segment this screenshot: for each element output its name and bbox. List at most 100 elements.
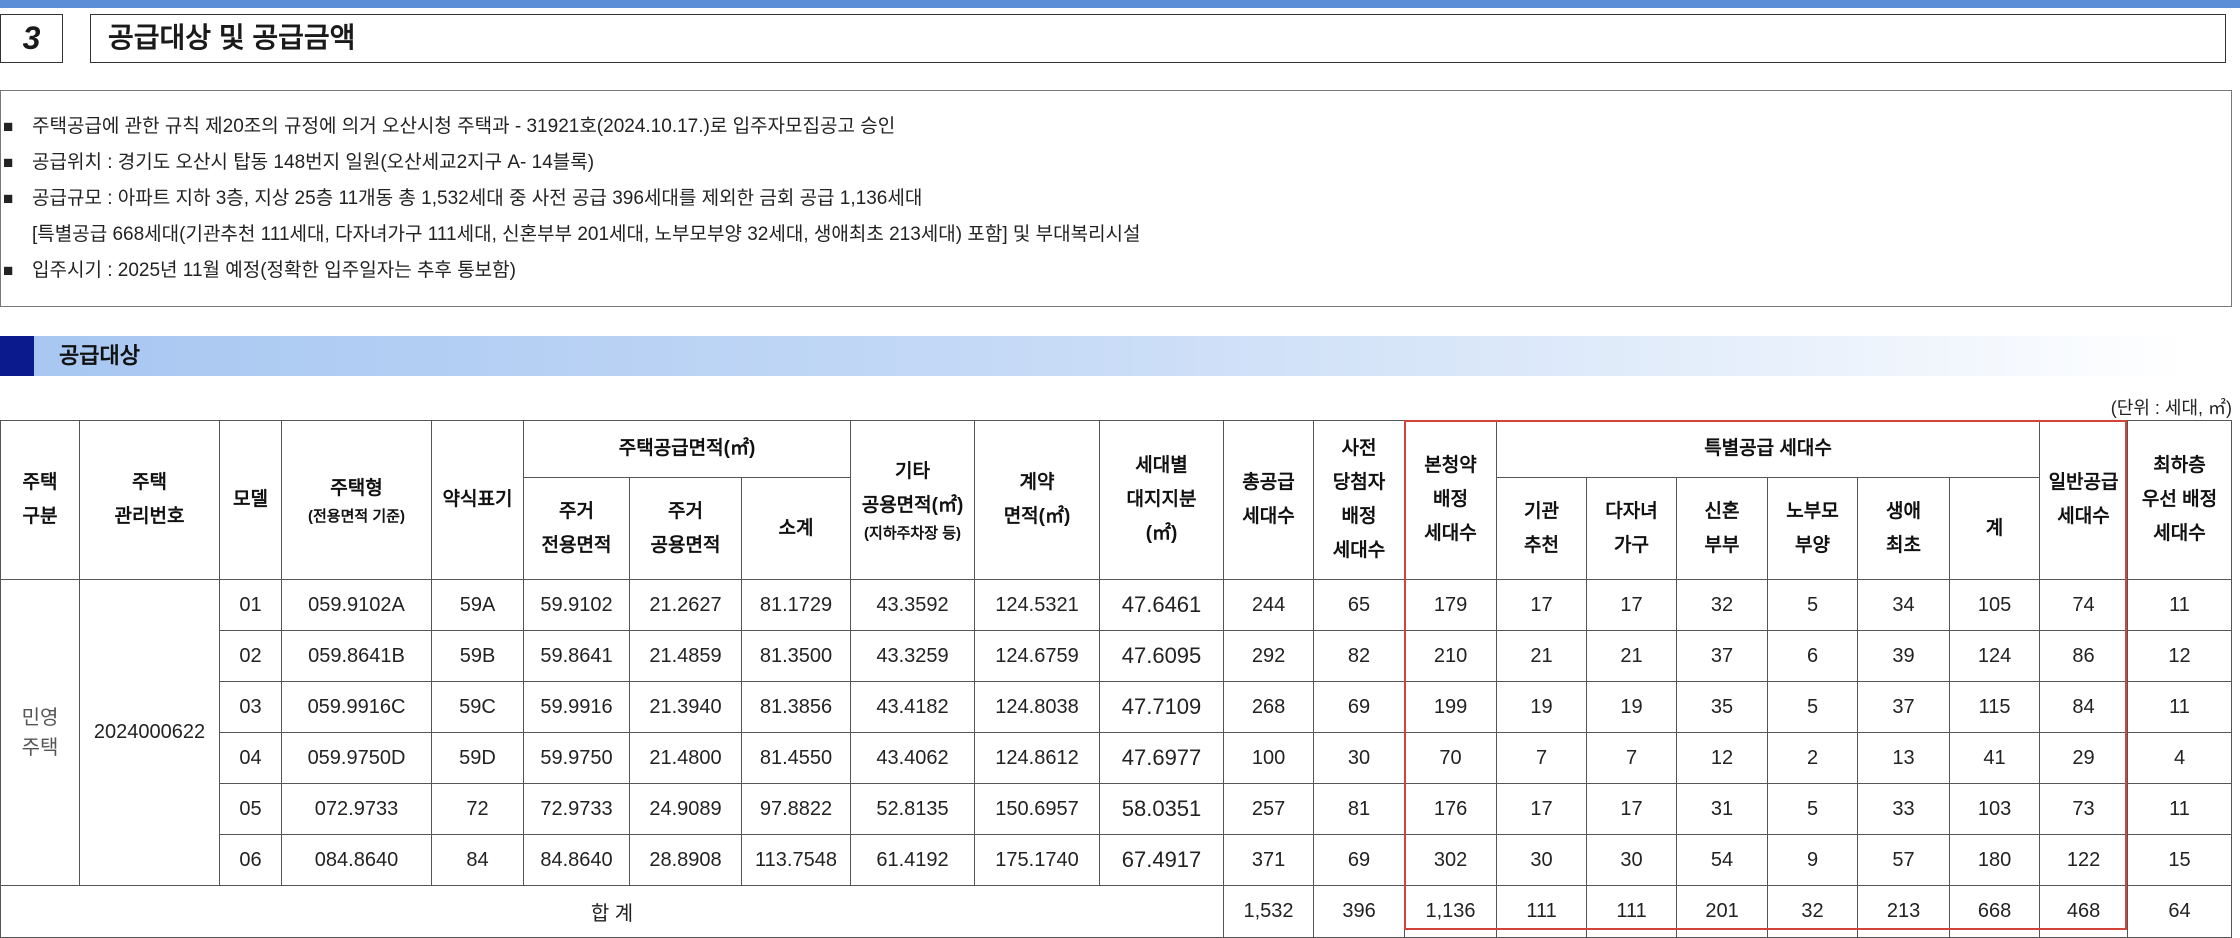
cell-short: 59D (431, 732, 524, 784)
cell-housing-type: 059.9750D (281, 732, 432, 784)
cell-special-total: 124 (1949, 630, 2041, 682)
cell-exclusive: 72.9733 (523, 783, 630, 835)
cell-elderly-parents: 2 (1767, 732, 1859, 784)
cell-main-subscription: 210 (1404, 630, 1498, 682)
cell-exclusive: 59.9750 (523, 732, 630, 784)
unit-note: (단위 : 세대, ㎡) (2110, 398, 2232, 418)
th-short: 약식표기 (431, 420, 524, 580)
cell-model: 04 (219, 732, 282, 784)
total-newlywed: 201 (1676, 885, 1769, 938)
th-model: 모델 (219, 420, 282, 580)
supply-table-container: 주택 구분 주택 관리번호 모델 주택형 (전용면적 기준) 약식표기 주택공급면… (0, 420, 2233, 938)
cell-other-common: 43.4182 (850, 681, 976, 733)
th-lowest-floor: 최하층 우선 배정 세대수 (2127, 420, 2233, 580)
cell-newlywed: 31 (1676, 783, 1769, 835)
info-line: ■ 공급규모 : 아파트 지하 3층, 지상 25층 11개동 총 1,532세대… (3, 181, 2231, 217)
cell-contract: 124.8038 (974, 681, 1101, 733)
cell-short: 59C (431, 681, 524, 733)
cell-pre-winners: 69 (1313, 834, 1406, 886)
cell-contract: 150.6957 (974, 783, 1101, 835)
th-contract: 계약 면적(㎡) (974, 420, 1101, 580)
cell-first-time: 37 (1857, 681, 1951, 733)
table-row: 민영 주택 2024000622 01 059.9102A 59A 59.9102 21.2… (0, 579, 2233, 886)
cell-contract: 124.6759 (974, 630, 1101, 682)
cell-housing-type: 059.9102A (281, 579, 432, 631)
total-pre-winners: 396 (1313, 885, 1406, 938)
cell-total-supply: 371 (1223, 834, 1315, 886)
cell-contract: 124.5321 (974, 579, 1101, 631)
cell-special-total: 41 (1949, 732, 2041, 784)
cell-first-time: 57 (1857, 834, 1951, 886)
cell-pre-winners: 30 (1313, 732, 1406, 784)
table-row: 06 084.8640 84 84.8640 28.8908 113.7548 61.419… (1, 834, 2233, 886)
section-title: 공급대상 및 공급금액 (90, 14, 2226, 63)
th-housing-type-sub: (전용면적 기준) (308, 508, 405, 525)
info-text: 공급위치 : 경기도 오산시 탑동 148번지 일원(오산세교2지구 A- 14… (32, 152, 595, 173)
cell-land-share: 47.7109 (1099, 681, 1225, 733)
cell-general: 74 (2039, 579, 2129, 631)
info-text: 공급규모 : 아파트 지하 3층, 지상 25층 11개동 총 1,532세대 … (32, 188, 923, 209)
cell-institution: 21 (1496, 630, 1588, 682)
subsection-header: 공급대상 (0, 336, 2186, 376)
cell-general: 73 (2039, 783, 2129, 835)
cell-subtotal: 81.3856 (740, 681, 852, 733)
cell-newlywed: 32 (1676, 579, 1769, 631)
cell-subtotal: 81.3500 (740, 630, 852, 682)
th-newlywed: 신혼 부부 (1676, 477, 1769, 580)
cell-multi-child: 21 (1586, 630, 1678, 682)
cell-institution: 19 (1496, 681, 1588, 733)
th-other-common-sub: (지하주차장 등) (864, 525, 961, 542)
cell-lowest-floor: 15 (2127, 834, 2233, 886)
cell-common: 21.3940 (629, 681, 742, 733)
table-row: 04 059.9750D 59D 59.9750 21.4800 81.4550 43.40… (1, 732, 2233, 784)
cell-common: 28.8908 (629, 834, 742, 886)
total-total-supply: 1,532 (1223, 885, 1315, 938)
info-line: [특별공급 668세대(기관추천 111세대, 다자녀가구 111세대, 신혼부… (3, 217, 2231, 253)
cell-common: 21.4859 (629, 630, 742, 682)
total-label: 합 계 (0, 885, 1225, 938)
cell-housing-type: 072.9733 (281, 783, 432, 835)
info-text: [특별공급 668세대(기관추천 111세대, 다자녀가구 111세대, 신혼부… (32, 224, 1141, 245)
cell-main-subscription: 302 (1404, 834, 1498, 886)
total-multi-child: 111 (1586, 885, 1678, 938)
cell-multi-child: 17 (1586, 579, 1678, 631)
th-exclusive: 주거 전용면적 (523, 477, 630, 580)
cell-lowest-floor: 11 (2127, 579, 2233, 631)
total-main-subscription: 1,136 (1404, 885, 1498, 938)
bullet-icon (3, 217, 32, 253)
cell-newlywed: 37 (1676, 630, 1769, 682)
cell-multi-child: 17 (1586, 783, 1678, 835)
cell-institution: 30 (1496, 834, 1588, 886)
cell-other-common: 43.4062 (850, 732, 976, 784)
cell-special-total: 180 (1949, 834, 2041, 886)
cell-multi-child: 19 (1586, 681, 1678, 733)
th-institution: 기관 추천 (1496, 477, 1588, 580)
section-number: 3 (0, 14, 63, 63)
cell-elderly-parents: 6 (1767, 630, 1859, 682)
table-row: 02 059.8641B 59B 59.8641 21.4859 81.3500 43.32… (1, 630, 2233, 682)
th-supply-area: 주택공급면적(㎡) (522, 420, 852, 478)
cell-elderly-parents: 5 (1767, 681, 1859, 733)
th-general: 일반공급 세대수 (2039, 420, 2129, 580)
subsection-marker (0, 336, 34, 376)
cell-total-supply: 100 (1223, 732, 1315, 784)
th-pre-winners: 사전 당첨자 배정 세대수 (1313, 420, 1406, 580)
cell-subtotal: 81.4550 (740, 732, 852, 784)
cell-elderly-parents: 5 (1767, 579, 1859, 631)
bullet-icon: ■ (3, 153, 14, 172)
cell-model: 03 (219, 681, 282, 733)
total-general: 468 (2039, 885, 2129, 938)
cell-exclusive: 59.9916 (523, 681, 630, 733)
total-elderly-parents: 32 (1767, 885, 1859, 938)
cell-institution: 17 (1496, 579, 1588, 631)
cell-housing-type: 084.8640 (281, 834, 432, 886)
header-row: 주택 구분 주택 관리번호 모델 주택형 (전용면적 기준) 약식표기 주택공급면… (0, 420, 2233, 580)
cell-short: 72 (431, 783, 524, 835)
cell-main-subscription: 70 (1404, 732, 1498, 784)
cell-lowest-floor: 11 (2127, 681, 2233, 733)
cell-special-total: 115 (1949, 681, 2041, 733)
cell-common: 24.9089 (629, 783, 742, 835)
cell-general: 86 (2039, 630, 2129, 682)
cell-multi-child: 7 (1586, 732, 1678, 784)
th-special: 특별공급 세대수 (1496, 420, 2041, 478)
